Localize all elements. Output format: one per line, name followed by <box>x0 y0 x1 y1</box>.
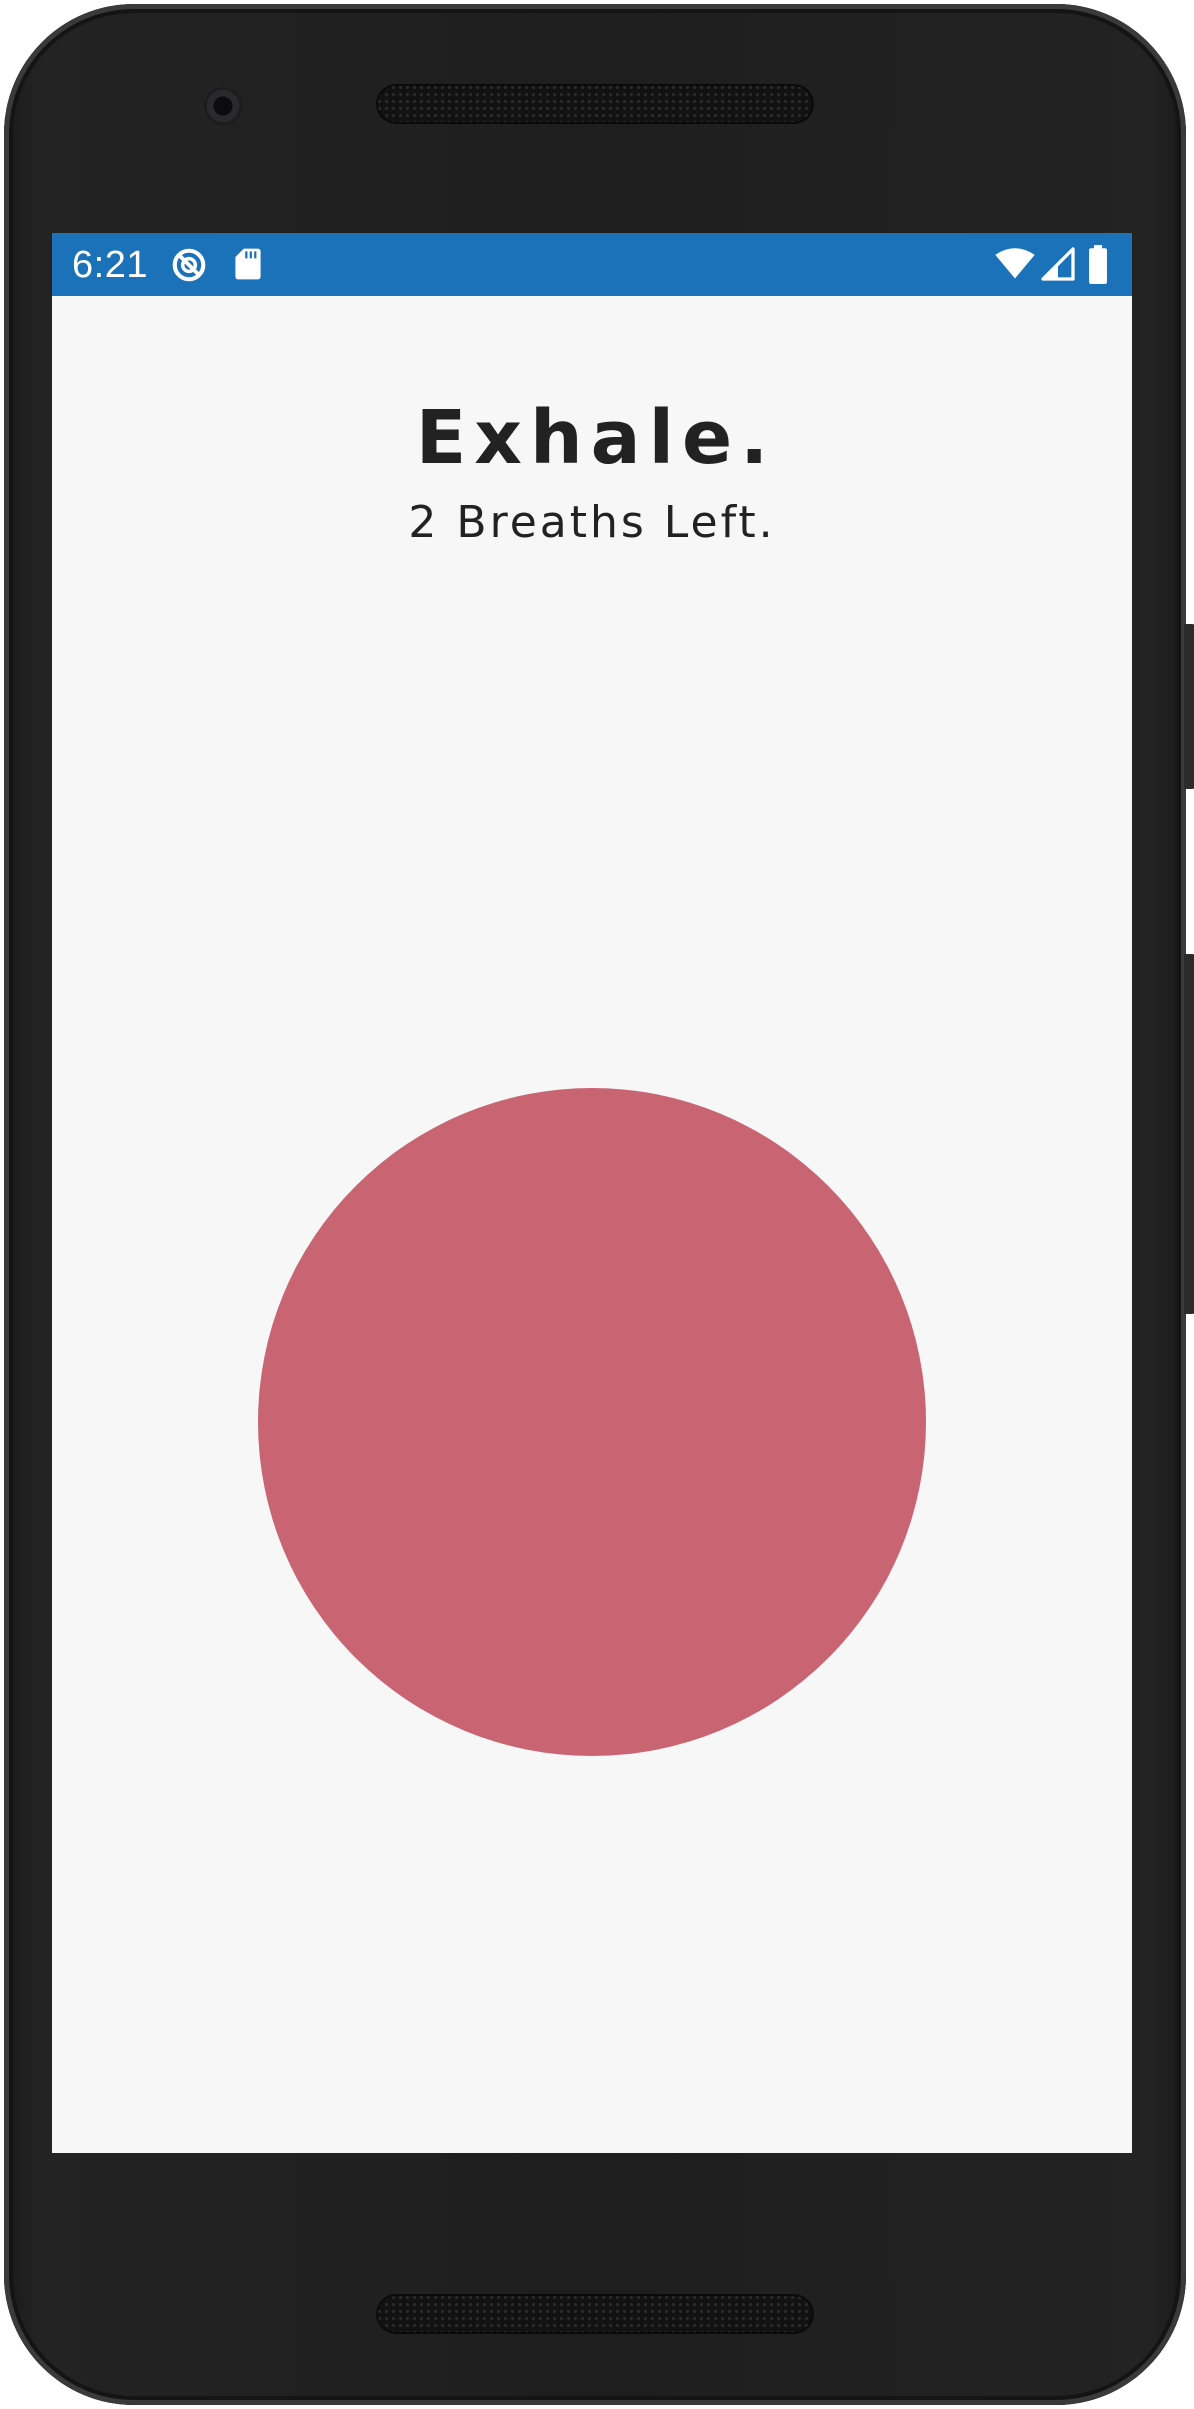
top-speaker-grille <box>376 84 814 124</box>
breath-instruction-title: Exhale. <box>415 395 777 481</box>
wifi-icon <box>995 248 1035 279</box>
breath-circle <box>258 1088 926 1756</box>
app-screen: 6:21 Exhale. 2 Breaths Left. <box>52 233 1132 2153</box>
data-saver-icon <box>172 248 206 282</box>
volume-button <box>1184 954 1194 1314</box>
power-button <box>1184 624 1194 789</box>
front-camera <box>204 87 242 125</box>
sd-card-icon <box>235 248 261 280</box>
battery-icon <box>1089 245 1107 284</box>
breaths-remaining-label: 2 Breaths Left. <box>408 497 776 548</box>
status-time: 6:21 <box>72 244 148 286</box>
bottom-speaker-grille <box>376 2294 814 2334</box>
status-bar: 6:21 <box>52 233 1132 296</box>
signal-icon <box>1041 247 1075 281</box>
